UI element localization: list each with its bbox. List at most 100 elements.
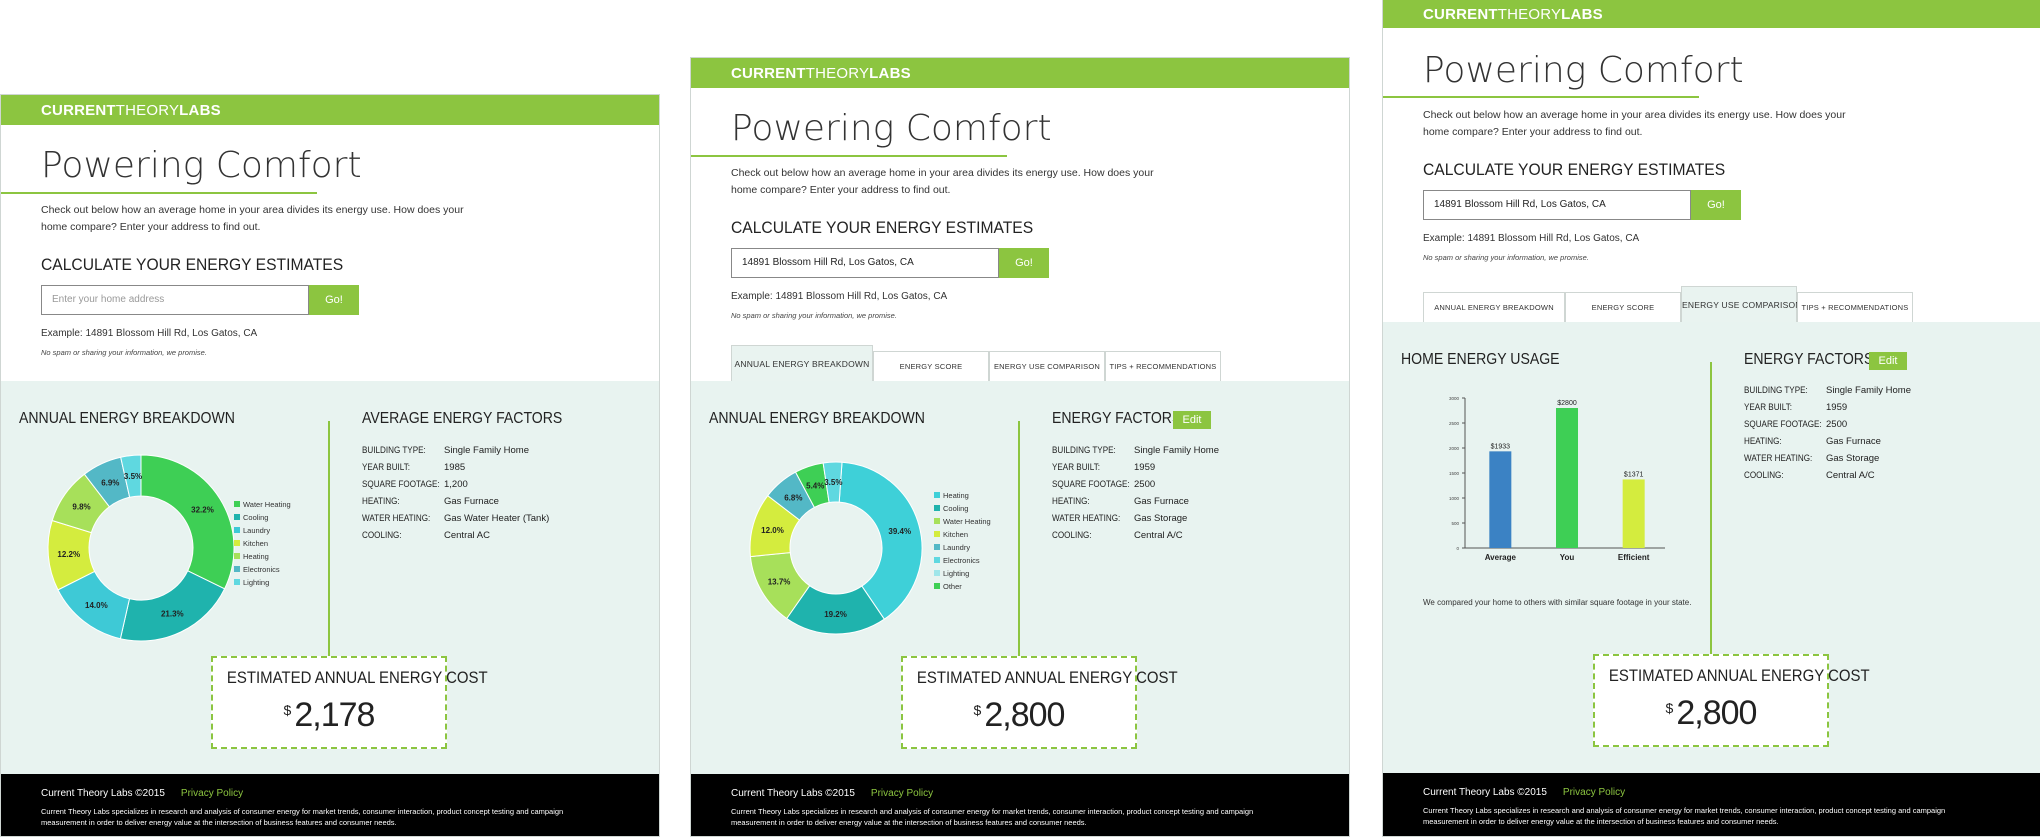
brand-logo[interactable]: CURRENTTHEORYLABS [731,65,911,82]
go-button[interactable]: Go! [1691,190,1741,220]
legend-label: Other [943,582,962,591]
factor-label: BUILDING TYPE: [362,445,426,455]
go-button[interactable]: Go! [309,285,359,315]
address-input[interactable]: 14891 Blossom Hill Rd, Los Gatos, CA [1423,190,1691,220]
tab-tips[interactable]: TIPS + RECOMMENDATIONS [1797,292,1913,322]
address-input[interactable]: Enter your home address [41,285,309,315]
legend-label: Lighting [243,578,270,587]
divider-line [1710,362,1712,654]
factor-label: BUILDING TYPE: [1052,445,1116,455]
factor-value: 2500 [1134,479,1156,490]
bar-average[interactable] [1489,451,1512,548]
results-section: ANNUAL ENERGY BREAKDOWN 39.4% 19.2% 13.7% 1… [691,381,1349,774]
donut-slice-label: 21.3% [161,609,184,618]
tab-energy-score[interactable]: ENERGY SCORE [1565,292,1681,322]
y-tick-label: 0 [1456,546,1459,551]
go-button[interactable]: Go! [999,248,1049,278]
legend-item: Cooling [934,502,991,515]
tab-tips[interactable]: TIPS + RECOMMENDATIONS [1105,351,1221,381]
legend-label: Electronics [243,565,280,574]
brand-logo[interactable]: CURRENTTHEORYLABS [41,102,221,119]
legend-label: Laundry [243,526,271,535]
tab-annual-breakdown[interactable]: ANNUAL ENERGY BREAKDOWN [731,345,873,381]
footer: Current Theory Labs ©2015 Privacy Policy … [691,774,1349,836]
legend-item: Cooling [234,511,291,524]
factor-value: 1,200 [444,479,468,490]
tab-energy-score[interactable]: ENERGY SCORE [873,351,989,381]
legend-swatch [234,501,240,507]
page-title: Powering Comfort [41,145,362,186]
estimated-cost-box: ESTIMATED ANNUAL ENERGY COST $2,800 [901,656,1178,749]
factor-row: COOLING: Central A/C [1744,467,2004,484]
y-tick-label: 2500 [1449,421,1460,426]
title-underline [691,155,1007,157]
legend-swatch [934,531,940,537]
factor-value: Gas Storage [1134,513,1188,524]
donut-slice-label: 6.8% [784,494,802,503]
tab-use-comparison[interactable]: ENERGY USE COMPARISON [1681,286,1801,322]
bar-efficient[interactable] [1622,479,1645,548]
factor-row: WATER HEATING: Gas Storage [1744,450,2004,467]
factors-heading: AVERAGE ENERGY FACTORS [362,410,563,427]
donut-slice-water-heating[interactable] [140,454,235,590]
bar-you[interactable] [1556,408,1578,548]
bar-value-label: $1371 [1624,471,1644,478]
factor-label: COOLING: [1052,530,1092,540]
privacy-link[interactable]: Privacy Policy [871,788,933,799]
factor-row: YEAR BUILT: 1959 [1052,459,1312,476]
donut-slice-label: 12.2% [57,550,80,559]
factor-label: WATER HEATING: [362,513,431,523]
factor-row: BUILDING TYPE: Single Family Home [1052,442,1312,459]
y-tick-label: 2000 [1449,446,1460,451]
intro-text: Check out below how an average home in y… [1423,109,1846,138]
legend-item: Other [934,580,991,593]
footer-copyright: Current Theory Labs ©2015 [1423,787,1547,798]
factor-label: YEAR BUILT: [1744,402,1793,412]
comparison-note: We compared your home to others with sim… [1423,598,1692,607]
page-title: Powering Comfort [731,108,1052,149]
privacy-link[interactable]: Privacy Policy [181,788,243,799]
factor-label: WATER HEATING: [1744,453,1813,463]
legend-label: Cooling [243,513,269,522]
brand-bar: CURRENTTHEORYLABS [1,95,659,125]
panel-comparison: CURRENTTHEORYLABS Powering Comfort Check… [1382,0,2040,837]
factor-row: YEAR BUILT: 1959 [1744,399,2004,416]
energy-factors-list: BUILDING TYPE: Single Family Home YEAR BUI… [1052,442,1312,544]
legend-swatch [234,553,240,559]
bar-category-label: Average [1485,553,1517,562]
donut-slice-cooling[interactable] [119,570,226,642]
donut-slice-label: 12.0% [761,526,784,535]
divider-line [1018,421,1020,695]
factor-label: HEATING: [362,496,400,506]
breakdown-heading: ANNUAL ENERGY BREAKDOWN [19,410,235,427]
address-example: Example: 14891 Blossom Hill Rd, Los Gato… [731,291,948,302]
address-input[interactable]: 14891 Blossom Hill Rd, Los Gatos, CA [731,248,999,278]
intro-text: Check out below how an average home in y… [731,167,1154,196]
donut-slice-label: 6.9% [101,478,119,487]
legend-swatch [934,583,940,589]
brand-logo[interactable]: CURRENTTHEORYLABS [1423,6,1603,23]
panel-landing: CURRENTTHEORYLABS Powering Comfort Check… [0,94,660,837]
tab-annual-breakdown[interactable]: ANNUAL ENERGY BREAKDOWN [1423,292,1565,322]
legend-item: Heating [934,489,991,502]
privacy-link[interactable]: Privacy Policy [1563,787,1625,798]
legend-label: Cooling [943,504,969,513]
edit-factors-button[interactable]: Edit [1869,352,1907,370]
results-section: HOME ENERGY USAGE 0 500 1000 1500 2000 2500 30… [1383,322,2040,773]
factor-value: 1985 [444,462,466,473]
legend-label: Heating [243,552,269,561]
legend-swatch [234,566,240,572]
intro-text: Check out below how an average home in y… [41,204,464,233]
donut-slice-label: 39.4% [888,527,911,536]
legend-label: Laundry [943,543,971,552]
footer-copyright: Current Theory Labs ©2015 [731,788,855,799]
factor-label: WATER HEATING: [1052,513,1121,523]
energy-factors-list: BUILDING TYPE: Single Family Home YEAR BUI… [362,442,622,544]
factor-row: HEATING: Gas Furnace [362,493,622,510]
factor-value: Gas Furnace [1826,436,1881,447]
address-example: Example: 14891 Blossom Hill Rd, Los Gato… [41,328,258,339]
legend-item: Heating [234,550,291,563]
edit-factors-button[interactable]: Edit [1173,411,1211,429]
factor-label: COOLING: [362,530,402,540]
tab-use-comparison[interactable]: ENERGY USE COMPARISON [989,351,1105,381]
